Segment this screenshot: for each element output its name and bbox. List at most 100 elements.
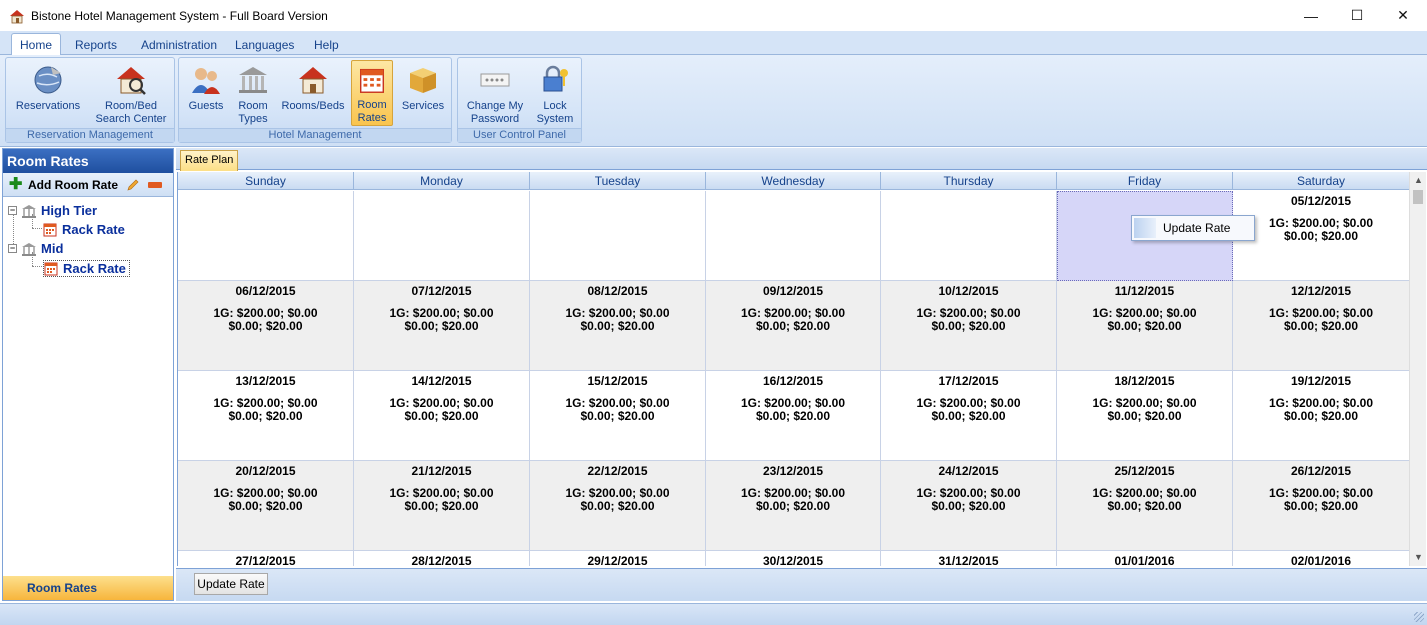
- room-rates-panel: Room Rates ✚ Add Room Rate − High Tier R…: [2, 148, 174, 601]
- scroll-down-icon[interactable]: ▼: [1410, 549, 1427, 566]
- calendar-day-cell[interactable]: 15/12/2015 1G: $200.00; $0.00 $0.00; $20.0…: [530, 371, 706, 461]
- panel-footer-room-rates[interactable]: Room Rates: [3, 576, 173, 600]
- cell-date: 09/12/2015: [762, 284, 824, 298]
- tab-languages[interactable]: Languages: [227, 33, 302, 56]
- calendar-day-cell[interactable]: 23/12/2015 1G: $200.00; $0.00 $0.00; $20.0…: [706, 461, 881, 551]
- calendar-day-cell[interactable]: [881, 191, 1057, 281]
- calendar-day-cell[interactable]: 18/12/2015 1G: $200.00; $0.00 $0.00; $20.0…: [1057, 371, 1233, 461]
- rooms-beds-button[interactable]: Rooms/Beds: [278, 60, 348, 126]
- minimize-button[interactable]: —: [1288, 0, 1334, 31]
- calendar-day-cell[interactable]: 01/01/20161G: $200.00; $0.00$0.00; $20.0…: [1057, 551, 1233, 566]
- resize-grip-icon[interactable]: [1414, 612, 1424, 622]
- calendar-day-cell[interactable]: 09/12/2015 1G: $200.00; $0.00 $0.00; $20.0…: [706, 281, 881, 371]
- calendar-day-cell[interactable]: 11/12/2015 1G: $200.00; $0.00 $0.00; $20.0…: [1057, 281, 1233, 371]
- tree-label-high-tier: High Tier: [41, 203, 98, 218]
- calendar-day-cell[interactable]: 21/12/2015 1G: $200.00; $0.00 $0.00; $20.0…: [354, 461, 530, 551]
- rate-line: $0.00; $20.00: [1107, 409, 1182, 423]
- room-rates-button[interactable]: Room Rates: [351, 60, 393, 126]
- tree-node-rack-rate-mid[interactable]: Rack Rate: [43, 260, 130, 277]
- reservations-button[interactable]: Reservations: [10, 60, 86, 126]
- calendar-day-cell[interactable]: 25/12/2015 1G: $200.00; $0.00 $0.00; $20.0…: [1057, 461, 1233, 551]
- edit-pencil-icon[interactable]: [126, 178, 140, 192]
- update-rate-button[interactable]: Update Rate: [194, 573, 268, 595]
- tree-node-high-tier[interactable]: − High Tier: [8, 203, 97, 218]
- calendar-day-cell[interactable]: [706, 191, 881, 281]
- context-menu: Update Rate: [1131, 215, 1255, 241]
- cell-date: 15/12/2015: [587, 374, 648, 388]
- calendar-day-cell[interactable]: [354, 191, 530, 281]
- cell-date: 20/12/2015: [235, 464, 296, 478]
- cell-date: 11/12/2015: [1114, 284, 1175, 298]
- tab-help[interactable]: Help: [306, 33, 347, 56]
- tab-home[interactable]: Home: [11, 33, 62, 56]
- rate-line: $0.00; $20.00: [1107, 499, 1182, 513]
- calendar-day-cell[interactable]: [530, 191, 706, 281]
- group-hotel-management: Guests Room Types Rooms/Beds Room Rates …: [178, 57, 452, 143]
- calendar-day-cell[interactable]: 14/12/2015 1G: $200.00; $0.00 $0.00; $20.0…: [354, 371, 530, 461]
- calendar-day-cell[interactable]: 16/12/2015 1G: $200.00; $0.00 $0.00; $20.0…: [706, 371, 881, 461]
- cell-rate: 1G: $200.00; $0.00 $0.00; $20.00: [881, 397, 1056, 423]
- scroll-thumb[interactable]: [1413, 190, 1423, 204]
- calendar-day-cell[interactable]: 19/12/2015 1G: $200.00; $0.00 $0.00; $20.0…: [1233, 371, 1409, 461]
- cell-date: 25/12/2015: [1114, 464, 1175, 478]
- tab-reports[interactable]: Reports: [67, 33, 125, 56]
- collapse-icon[interactable]: −: [8, 206, 17, 215]
- scroll-up-icon[interactable]: ▲: [1410, 172, 1427, 189]
- room-rates-label: Room Rates: [357, 99, 387, 124]
- building-columns-icon: [239, 67, 267, 93]
- calendar-day-cell[interactable]: 05/12/2015 1G: $200.00; $0.00 $0.00; $20.0…: [1233, 191, 1409, 281]
- close-button[interactable]: ✕: [1380, 0, 1426, 31]
- day-header-saturday: Saturday: [1233, 172, 1409, 190]
- calendar-day-cell[interactable]: 22/12/2015 1G: $200.00; $0.00 $0.00; $20.0…: [530, 461, 706, 551]
- search-center-button[interactable]: Room/Bed Search Center: [90, 60, 172, 126]
- cell-date: 22/12/2015: [587, 464, 648, 478]
- cell-date: 12/12/2015: [1290, 284, 1352, 298]
- cell-rate: 1G: $200.00; $0.00 $0.00; $20.00: [354, 397, 529, 423]
- cell-rate: 1G: $200.00; $0.00 $0.00; $20.00: [1057, 397, 1232, 423]
- calendar-day-cell[interactable]: 30/12/20151G: $200.00; $0.00$0.00; $20.0…: [706, 551, 881, 566]
- group-reservation-management: Reservations Room/Bed Search Center Rese…: [5, 57, 175, 143]
- calendar-day-cell[interactable]: 24/12/2015 1G: $200.00; $0.00 $0.00; $20.0…: [881, 461, 1057, 551]
- calendar-day-cell[interactable]: 29/12/20151G: $200.00; $0.00$0.00; $20.0…: [530, 551, 706, 566]
- calendar-day-cell[interactable]: 27/12/20151G: $200.00; $0.00$0.00; $20.0…: [178, 551, 354, 566]
- calendar-day-cell[interactable]: 10/12/2015 1G: $200.00; $0.00 $0.00; $20.0…: [881, 281, 1057, 371]
- delete-icon[interactable]: [148, 181, 162, 188]
- cell-date: 23/12/2015: [762, 464, 824, 478]
- rate-line: $0.00; $20.00: [580, 319, 655, 333]
- add-room-rate-button[interactable]: Add Room Rate: [28, 178, 118, 192]
- calendar-day-cell[interactable]: 20/12/2015 1G: $200.00; $0.00 $0.00; $20.0…: [178, 461, 354, 551]
- cell-rate: 1G: $200.00; $0.00 $0.00; $20.00: [881, 487, 1056, 513]
- cell-rate: 1G: $200.00; $0.00 $0.00; $20.00: [1233, 397, 1409, 423]
- calendar-day-cell[interactable]: 13/12/2015 1G: $200.00; $0.00 $0.00; $20.0…: [178, 371, 354, 461]
- tab-rate-plan[interactable]: Rate Plan: [180, 150, 239, 171]
- calendar-day-cell[interactable]: [178, 191, 354, 281]
- calendar-day-cell[interactable]: 07/12/2015 1G: $200.00; $0.00 $0.00; $20.0…: [354, 281, 530, 371]
- calendar-day-cell[interactable]: 17/12/2015 1G: $200.00; $0.00 $0.00; $20.0…: [881, 371, 1057, 461]
- services-button[interactable]: Services: [397, 60, 449, 126]
- calendar-day-cell[interactable]: 31/12/20151G: $200.00; $0.00$0.00; $20.0…: [881, 551, 1057, 566]
- context-menu-update-rate[interactable]: Update Rate: [1163, 221, 1230, 235]
- vertical-scrollbar[interactable]: ▲ ▼: [1409, 172, 1426, 566]
- room-types-button[interactable]: Room Types: [232, 60, 274, 126]
- calendar-day-cell[interactable]: 12/12/2015 1G: $200.00; $0.00 $0.00; $20.0…: [1233, 281, 1409, 371]
- tab-administration[interactable]: Administration: [133, 33, 225, 56]
- calendar-day-cell[interactable]: 28/12/20151G: $200.00; $0.00$0.00; $20.0…: [354, 551, 530, 566]
- calendar-day-cell[interactable]: 26/12/2015 1G: $200.00; $0.00 $0.00; $20.0…: [1233, 461, 1409, 551]
- services-label: Services: [401, 100, 445, 112]
- tree-node-mid[interactable]: − Mid: [8, 241, 63, 256]
- calendar-day-cell[interactable]: 08/12/2015 1G: $200.00; $0.00 $0.00; $20.0…: [530, 281, 706, 371]
- cell-rate: 1G: $200.00; $0.00 $0.00; $20.00: [881, 307, 1056, 333]
- change-password-button[interactable]: Change My Password: [462, 60, 528, 126]
- guests-button[interactable]: Guests: [182, 60, 230, 126]
- add-icon[interactable]: ✚: [9, 176, 23, 192]
- cell-date: 06/12/2015: [235, 284, 296, 298]
- calendar-day-cell[interactable]: 02/01/20161G: $200.00; $0.00$0.00; $20.0…: [1233, 551, 1409, 566]
- maximize-button[interactable]: ☐: [1334, 0, 1380, 31]
- lock-system-button[interactable]: Lock System: [532, 60, 578, 126]
- cell-date: 24/12/2015: [938, 464, 999, 478]
- cell-date: 02/01/2016: [1290, 554, 1352, 566]
- cell-rate: 1G: $200.00; $0.00 $0.00; $20.00: [1057, 487, 1232, 513]
- calendar-day-cell[interactable]: 06/12/2015 1G: $200.00; $0.00 $0.00; $20.0…: [178, 281, 354, 371]
- collapse-icon[interactable]: −: [8, 244, 17, 253]
- tree-node-rack-rate-high[interactable]: Rack Rate: [43, 222, 125, 237]
